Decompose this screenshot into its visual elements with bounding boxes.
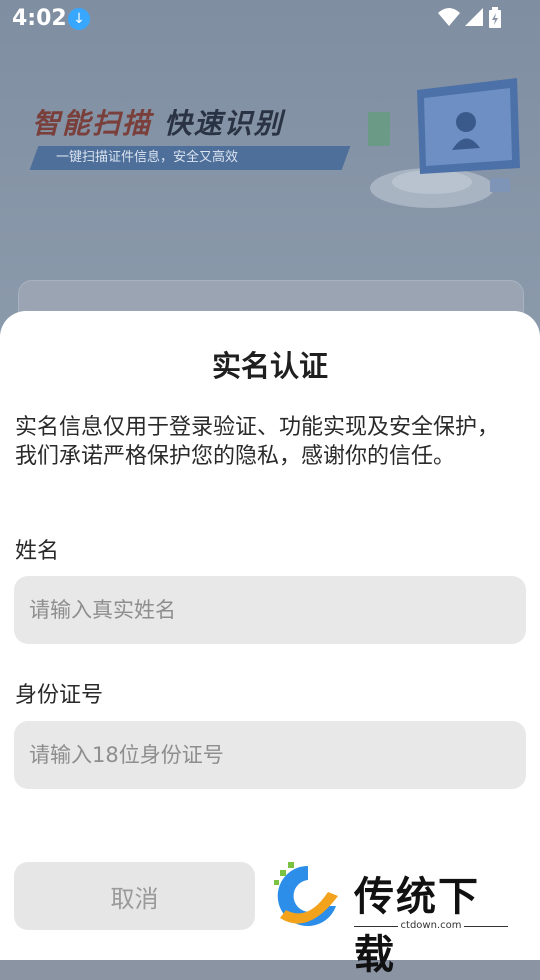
scanner-illustration-icon (368, 78, 520, 208)
name-input[interactable] (14, 576, 526, 644)
wifi-icon (438, 8, 460, 26)
status-icons (438, 7, 504, 29)
battery-icon (489, 7, 501, 28)
dialog-title: 实名认证 (211, 349, 328, 383)
banner-title: 智能扫描 快速识别 (32, 102, 284, 142)
promo-banner[interactable]: 智能扫描 快速识别 一键扫描证件信息，安全又高效 (0, 60, 540, 260)
banner-title-part2: 快速识别 (163, 107, 284, 140)
banner-subtitle: 一键扫描证件信息，安全又高效 (29, 146, 351, 170)
banner-subtitle-text: 一键扫描证件信息，安全又高效 (56, 150, 239, 165)
download-icon: ↓ (68, 8, 90, 30)
verification-dialog: 实名认证 实名信息仅用于登录验证、功能实现及安全保护，我们承诺严格保护您的隐私，… (0, 311, 540, 978)
watermark: 传统下载 ctdown.com (268, 856, 518, 978)
name-label: 姓名 (15, 539, 60, 564)
watermark-logo-icon (274, 862, 338, 926)
signal-icon (465, 8, 483, 26)
id-number-input[interactable] (14, 721, 526, 789)
cancel-button[interactable]: 取消 (14, 862, 255, 930)
status-bar: 4:02 ↓ (0, 0, 540, 38)
watermark-domain: ctdown.com (400, 920, 462, 931)
status-time: 4:02 (12, 6, 67, 31)
dialog-description: 实名信息仅用于登录验证、功能实现及安全保护，我们承诺严格保护您的隐私，感谢你的信… (15, 415, 500, 469)
banner-title-part1: 智能扫描 (32, 107, 153, 140)
id-number-label: 身份证号 (15, 683, 104, 708)
